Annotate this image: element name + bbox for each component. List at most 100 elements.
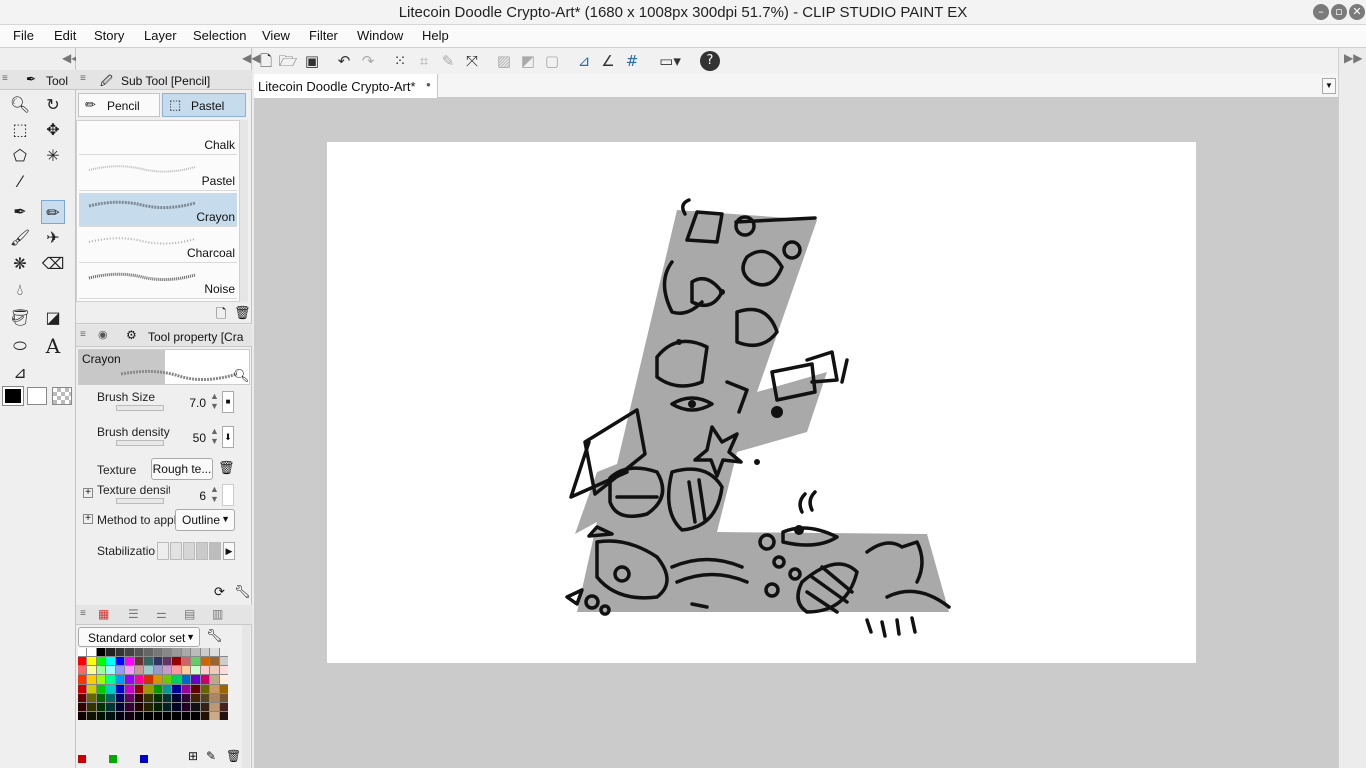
color-swatch[interactable] — [96, 711, 106, 720]
color-swatch[interactable] — [219, 648, 228, 657]
zoom-icon[interactable]: 🔍︎ — [8, 93, 32, 117]
reset-icon[interactable]: ⟳ — [214, 584, 225, 600]
color-swatch[interactable] — [78, 711, 87, 720]
color-swatch[interactable] — [144, 711, 153, 720]
color-swatch[interactable] — [134, 702, 144, 711]
add-color-icon[interactable]: ⊞ — [188, 749, 198, 763]
color-swatch[interactable] — [134, 648, 144, 657]
preview-zoom-icon[interactable]: 🔍︎ — [233, 368, 250, 384]
color-swatch[interactable] — [191, 711, 200, 720]
pen-icon[interactable]: ✒ — [8, 200, 32, 224]
method-select[interactable]: Outline ▼ — [175, 509, 235, 531]
brush-item-crayon[interactable]: Crayon — [79, 193, 237, 227]
color-swatch[interactable] — [106, 666, 115, 675]
color-swatch[interactable] — [200, 675, 210, 684]
color-swatch[interactable] — [125, 648, 134, 657]
color-swatch[interactable] — [144, 693, 153, 702]
color-swatch[interactable] — [134, 693, 144, 702]
decoration-icon[interactable]: ❋ — [8, 252, 32, 276]
intermediate-color-tab-icon[interactable]: ▤ — [184, 607, 195, 621]
blend-icon[interactable]: 💧︎ — [8, 278, 32, 302]
texture-density-slider[interactable] — [116, 498, 164, 504]
airbrush-icon[interactable]: ✈ — [41, 226, 65, 250]
close-icon[interactable]: ✕ — [1349, 4, 1365, 20]
brush-size-stepper-icon[interactable]: ▲ ▼ — [210, 391, 219, 411]
maximize-icon[interactable]: ▫ — [1331, 4, 1347, 20]
transform-icon[interactable]: ⤧ — [462, 51, 482, 71]
color-swatch[interactable] — [219, 702, 228, 711]
stabilization-arrow-icon[interactable]: ▶ — [223, 542, 235, 560]
menu-window[interactable]: Window — [357, 28, 403, 43]
selection-dots-icon[interactable]: ⁙ — [390, 51, 410, 71]
canvas-paper[interactable] — [327, 142, 1196, 663]
gradient-icon[interactable]: ◪ — [41, 306, 65, 330]
color-swatch[interactable] — [106, 702, 115, 711]
fill-bucket-icon[interactable]: 🪣︎ — [8, 306, 32, 330]
color-swatch[interactable] — [106, 711, 115, 720]
color-swatch[interactable] — [219, 711, 228, 720]
sub-color-swatch[interactable] — [27, 387, 47, 405]
ruler-icon[interactable]: ⊿ — [574, 51, 594, 71]
menu-selection[interactable]: Selection — [193, 28, 246, 43]
color-swatch[interactable] — [191, 702, 200, 711]
crop-icon[interactable]: ⌗ — [414, 51, 434, 71]
expand-plus-icon[interactable]: + — [83, 488, 93, 498]
color-swatch[interactable] — [200, 684, 210, 693]
figure-icon[interactable]: ⬭ — [8, 334, 32, 358]
color-swatch[interactable] — [219, 666, 228, 675]
color-swatch[interactable] — [153, 702, 162, 711]
panel-menu-icon[interactable]: ≡ — [80, 329, 86, 340]
color-swatch[interactable] — [162, 666, 172, 675]
color-set-select[interactable]: Standard color set ▼ — [78, 627, 200, 647]
color-swatch[interactable] — [96, 675, 106, 684]
color-swatch[interactable] — [78, 702, 87, 711]
color-swatch[interactable] — [87, 693, 96, 702]
angle-ruler-icon[interactable]: ∠ — [598, 51, 618, 71]
color-swatch[interactable] — [162, 648, 172, 657]
color-swatch[interactable] — [181, 693, 191, 702]
color-swatch[interactable] — [115, 684, 125, 693]
green-swatch[interactable] — [109, 755, 117, 763]
color-swatch[interactable] — [153, 675, 162, 684]
color-swatch[interactable] — [106, 675, 115, 684]
menu-view[interactable]: View — [262, 28, 290, 43]
brush-item-chalk[interactable]: Chalk — [79, 121, 237, 155]
collapse-right-icon[interactable]: ▶▶ — [1344, 51, 1362, 65]
frame-border-icon[interactable]: ⊿ — [8, 361, 32, 385]
brush-density-stepper-icon[interactable]: ▲ ▼ — [210, 426, 219, 446]
color-swatch[interactable] — [87, 675, 96, 684]
color-swatch[interactable] — [134, 657, 144, 666]
color-set-settings-icon[interactable]: 🔧︎ — [206, 628, 223, 644]
grid-icon[interactable]: # — [622, 51, 642, 71]
color-swatch[interactable] — [78, 657, 87, 666]
brush-density-value[interactable]: 50 — [176, 431, 206, 445]
color-swatch[interactable] — [134, 711, 144, 720]
color-swatch[interactable] — [181, 666, 191, 675]
color-swatch[interactable] — [172, 684, 181, 693]
color-swatch[interactable] — [96, 666, 106, 675]
color-swatch[interactable] — [87, 684, 96, 693]
color-swatch[interactable] — [87, 702, 96, 711]
color-swatch[interactable] — [144, 666, 153, 675]
color-swatch[interactable] — [172, 702, 181, 711]
color-swatch[interactable] — [87, 666, 96, 675]
menu-filter[interactable]: Filter — [309, 28, 338, 43]
tool-property-tab[interactable]: ≡ ◉ ⚙ Tool property [Cra — [76, 325, 252, 347]
lasso-icon[interactable]: ⬠ — [8, 144, 32, 168]
color-swatch[interactable] — [153, 711, 162, 720]
approximate-color-tab-icon[interactable]: ▥ — [212, 607, 223, 621]
eyedropper-icon[interactable]: ⁄ — [8, 170, 32, 194]
red-swatch[interactable] — [78, 755, 86, 763]
color-swatch[interactable] — [181, 684, 191, 693]
color-swatch[interactable] — [210, 666, 219, 675]
save-icon[interactable]: ▣ — [302, 51, 322, 71]
color-swatch[interactable] — [78, 648, 87, 657]
border-icon[interactable]: ▢ — [542, 51, 562, 71]
object-icon[interactable]: ⬚ — [8, 118, 32, 142]
color-swatch[interactable] — [200, 666, 210, 675]
color-swatch[interactable] — [219, 675, 228, 684]
color-swatch[interactable] — [78, 684, 87, 693]
color-swatch[interactable] — [200, 711, 210, 720]
color-swatch[interactable] — [200, 657, 210, 666]
color-swatch[interactable] — [172, 693, 181, 702]
